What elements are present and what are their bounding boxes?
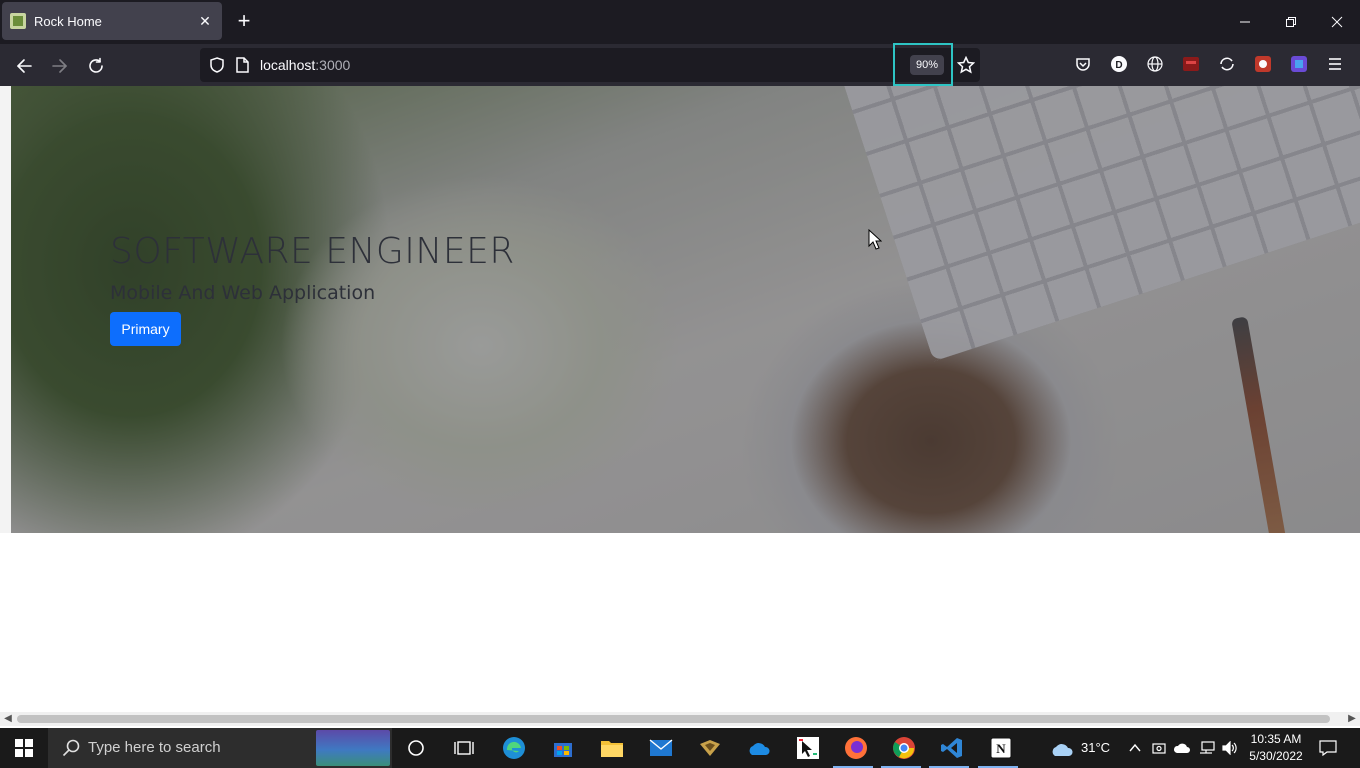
edge-icon[interactable] <box>499 733 529 763</box>
windows-taskbar: Type here to search N 31°C 10:35 AM 5/30… <box>0 728 1360 768</box>
sync-extension-icon[interactable] <box>1218 55 1236 73</box>
app-book-icon[interactable] <box>695 733 725 763</box>
hero-banner: SOFTWARE ENGINEER Mobile And Web Applica… <box>11 86 1360 533</box>
forward-button[interactable] <box>46 52 74 80</box>
url-bar[interactable]: localhost:3000 <box>200 48 980 82</box>
taskbar-search-box[interactable]: Type here to search <box>48 728 392 768</box>
hero-overlay <box>11 86 1360 533</box>
zoom-level-button[interactable]: 90% <box>910 55 944 75</box>
bookmark-star-icon[interactable] <box>956 55 976 79</box>
purple-extension-icon[interactable] <box>1290 55 1308 73</box>
horizontal-scrollbar[interactable]: ◀ ▶ <box>0 712 1360 726</box>
tracking-shield-icon[interactable] <box>208 56 226 79</box>
page-info-icon[interactable] <box>234 56 250 79</box>
globe-extension-icon[interactable] <box>1146 55 1164 73</box>
scrollbar-thumb[interactable] <box>17 715 1330 723</box>
favicon-icon <box>10 13 26 29</box>
notifications-icon[interactable] <box>1313 733 1343 763</box>
nav-toolbar: localhost:3000 D <box>0 44 1360 86</box>
hero-subtitle: Mobile And Web Application <box>110 282 376 304</box>
back-button[interactable] <box>10 52 38 80</box>
clock-date: 5/30/2022 <box>1249 749 1303 763</box>
account-avatar-icon[interactable]: D <box>1110 55 1128 73</box>
store-icon[interactable] <box>548 733 578 763</box>
firefox-icon[interactable] <box>841 733 871 763</box>
volume-icon[interactable] <box>1215 733 1245 763</box>
snipping-tool-icon[interactable] <box>793 733 823 763</box>
vscode-icon[interactable] <box>937 733 967 763</box>
search-icon <box>62 739 80 757</box>
chrome-icon[interactable] <box>889 733 919 763</box>
mail-icon[interactable] <box>646 733 676 763</box>
close-tab-icon[interactable]: ✕ <box>196 13 214 30</box>
minimize-button[interactable] <box>1222 0 1268 44</box>
weather-cloud-icon[interactable] <box>1047 733 1077 763</box>
scroll-right-icon[interactable]: ▶ <box>1345 712 1359 726</box>
weather-temperature[interactable]: 31°C <box>1081 740 1110 755</box>
cortana-icon[interactable] <box>401 733 431 763</box>
close-window-button[interactable] <box>1314 0 1360 44</box>
page-left-edge <box>0 86 11 533</box>
hero-title: SOFTWARE ENGINEER <box>110 231 515 272</box>
pocket-icon[interactable] <box>1074 55 1092 73</box>
notion-icon[interactable]: N <box>986 733 1016 763</box>
task-view-icon[interactable] <box>449 733 479 763</box>
menu-hamburger-icon[interactable] <box>1326 55 1344 73</box>
web-page: SOFTWARE ENGINEER Mobile And Web Applica… <box>0 86 1360 712</box>
onedrive-icon[interactable] <box>744 733 774 763</box>
restore-button[interactable] <box>1268 0 1314 44</box>
start-button[interactable] <box>0 728 48 768</box>
mouse-cursor-icon <box>868 229 882 250</box>
tab-title: Rock Home <box>34 13 102 29</box>
url-text[interactable]: localhost:3000 <box>260 57 350 73</box>
scroll-left-icon[interactable]: ◀ <box>1 712 15 726</box>
svg-text:N: N <box>996 741 1006 756</box>
svg-text:D: D <box>1115 60 1122 71</box>
search-highlight-image[interactable] <box>316 730 390 766</box>
new-tab-button[interactable]: + <box>232 10 256 34</box>
reload-button[interactable] <box>82 52 110 80</box>
red-extension-icon[interactable] <box>1182 55 1200 73</box>
taskbar-clock[interactable]: 10:35 AM 5/30/2022 <box>1244 731 1308 765</box>
file-explorer-icon[interactable] <box>597 733 627 763</box>
primary-button[interactable]: Primary <box>110 312 181 346</box>
clock-time: 10:35 AM <box>1250 732 1302 746</box>
search-placeholder: Type here to search <box>88 739 221 756</box>
browser-tab[interactable]: Rock Home ✕ <box>2 2 222 40</box>
ublock-extension-icon[interactable] <box>1254 55 1272 73</box>
tab-strip: Rock Home ✕ + <box>0 0 1360 44</box>
